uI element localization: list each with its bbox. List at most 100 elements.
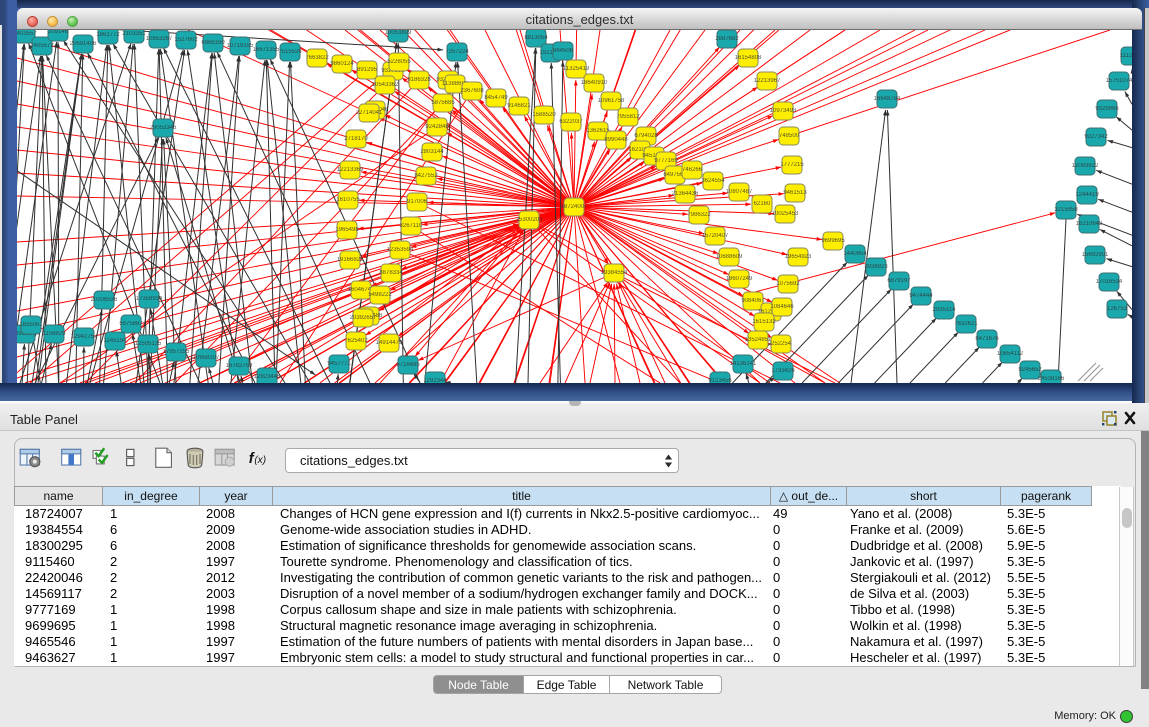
svg-text:1777215: 1777215 [780, 162, 804, 168]
svg-text:8938923: 8938923 [864, 264, 888, 270]
svg-text:8990448: 8990448 [604, 137, 628, 143]
svg-text:12213967: 12213967 [754, 78, 781, 84]
svg-text:20392657: 20392657 [350, 315, 377, 321]
svg-text:1835061: 1835061 [19, 322, 43, 328]
svg-text:1861772: 1861772 [96, 32, 120, 38]
svg-text:2718170: 2718170 [344, 136, 368, 142]
svg-text:12505135: 12505135 [135, 341, 162, 347]
svg-text:10688609: 10688609 [716, 254, 743, 260]
svg-text:6322037: 6322037 [559, 119, 583, 125]
svg-text:8454749: 8454749 [484, 95, 508, 101]
svg-text:15751074: 15751074 [1106, 78, 1132, 84]
svg-text:1440954: 1440954 [843, 251, 867, 257]
svg-text:9777169: 9777169 [654, 158, 678, 164]
svg-text:2103351: 2103351 [122, 31, 146, 37]
svg-text:3624554: 3624554 [701, 178, 725, 184]
svg-text:16210643: 16210643 [1076, 221, 1103, 227]
svg-text:5226055: 5226055 [387, 59, 411, 65]
svg-text:1965498: 1965498 [335, 227, 359, 233]
svg-text:1145194: 1145194 [104, 338, 128, 344]
svg-text:7986322: 7986322 [687, 212, 711, 218]
svg-text:8186328: 8186328 [407, 77, 431, 83]
svg-text:16648784: 16648784 [874, 96, 901, 102]
svg-text:10543362: 10543362 [372, 82, 399, 88]
svg-text:252254: 252254 [771, 341, 792, 347]
svg-text:13524851: 13524851 [745, 337, 772, 343]
svg-text:5716485: 5716485 [396, 362, 420, 368]
svg-text:21364436: 21364436 [672, 191, 699, 197]
svg-text:18640910: 18640910 [581, 80, 608, 86]
svg-text:964506: 964506 [553, 48, 574, 54]
svg-text:12923446: 12923446 [254, 374, 281, 380]
svg-text:19166825: 19166825 [337, 257, 364, 263]
svg-text:3215958: 3215958 [1054, 207, 1078, 213]
svg-text:25300203: 25300203 [516, 217, 543, 223]
svg-text:209146: 209146 [48, 30, 69, 35]
svg-text:20206536: 20206536 [91, 297, 118, 303]
svg-text:9146821: 9146821 [507, 103, 531, 109]
svg-text:17016534: 17016534 [1096, 279, 1123, 285]
svg-text:11325419: 11325419 [563, 66, 590, 72]
svg-text:16671355: 16671355 [253, 47, 280, 53]
svg-text:10053809: 10053809 [385, 30, 412, 36]
svg-text:6794028: 6794028 [634, 133, 658, 139]
svg-text:2367608: 2367608 [460, 88, 484, 94]
svg-text:9123456: 9123456 [708, 378, 732, 383]
svg-text:126753: 126753 [1107, 306, 1128, 312]
svg-text:746266: 746266 [682, 167, 703, 173]
svg-text:12942757: 12942757 [71, 334, 98, 340]
svg-text:10853267: 10853267 [146, 36, 173, 42]
svg-text:17359934: 17359934 [136, 296, 163, 302]
svg-text:8471676: 8471676 [975, 336, 999, 342]
svg-text:7357224: 7357224 [445, 49, 469, 55]
svg-text:10025453: 10025453 [772, 211, 799, 217]
svg-text:24538166: 24538166 [1038, 376, 1065, 382]
svg-text:1588520: 1588520 [532, 112, 556, 118]
svg-text:22714041: 22714041 [356, 110, 383, 116]
svg-text:2887682: 2887682 [715, 36, 739, 42]
svg-text:1156829: 1156829 [43, 331, 67, 337]
svg-text:1244419: 1244419 [1075, 192, 1099, 198]
svg-text:29053346: 29053346 [150, 125, 177, 131]
svg-text:5975887: 5975887 [119, 321, 143, 327]
svg-text:10807487: 10807487 [726, 189, 753, 195]
svg-text:14136141: 14136141 [730, 361, 757, 367]
svg-text:1610755: 1610755 [336, 197, 360, 203]
svg-text:9227342: 9227342 [1084, 134, 1108, 140]
svg-text:12093822: 12093822 [1072, 163, 1099, 169]
svg-text:10973493: 10973493 [770, 108, 797, 114]
svg-text:1615132: 1615132 [752, 319, 776, 325]
svg-text:8878334: 8878334 [379, 270, 403, 276]
svg-text:10958107: 10958107 [193, 355, 220, 361]
svg-text:9329966: 9329966 [1095, 106, 1119, 112]
svg-text:10654112: 10654112 [997, 351, 1024, 357]
svg-text:1733426: 1733426 [771, 368, 795, 374]
svg-text:8813054: 8813054 [524, 35, 548, 41]
svg-text:5498222: 5498222 [368, 292, 392, 298]
svg-text:(x): (x) [254, 455, 266, 466]
svg-text:9084067: 9084067 [741, 298, 765, 304]
svg-text:6879197: 6879197 [887, 278, 911, 284]
svg-text:20691406: 20691406 [70, 41, 97, 47]
svg-text:1075692: 1075692 [776, 281, 800, 287]
svg-text:16154808: 16154808 [735, 55, 762, 61]
svg-text:18607249: 18607249 [726, 276, 753, 282]
svg-text:7955812: 7955812 [616, 114, 640, 120]
svg-text:7625402: 7625402 [344, 338, 368, 344]
svg-text:8427552: 8427552 [414, 173, 438, 179]
svg-text:9461513: 9461513 [783, 190, 807, 196]
svg-text:18724007: 18724007 [561, 204, 588, 210]
svg-text:7632621: 7632621 [954, 321, 978, 327]
svg-text:10961758: 10961758 [598, 98, 625, 104]
svg-text:1112674: 1112674 [1120, 53, 1132, 59]
svg-text:19654923: 19654923 [785, 254, 812, 260]
svg-text:748500: 748500 [779, 133, 800, 139]
svg-text:1292344: 1292344 [423, 378, 447, 383]
svg-text:5875685: 5875685 [431, 100, 455, 106]
svg-text:2935114: 2935114 [933, 307, 957, 313]
svg-text:3267110: 3267110 [400, 223, 424, 229]
svg-text:917006: 917006 [407, 199, 428, 205]
svg-text:19384554: 19384554 [601, 270, 628, 276]
svg-text:12213369: 12213369 [337, 167, 364, 173]
svg-text:14914479: 14914479 [376, 340, 403, 346]
